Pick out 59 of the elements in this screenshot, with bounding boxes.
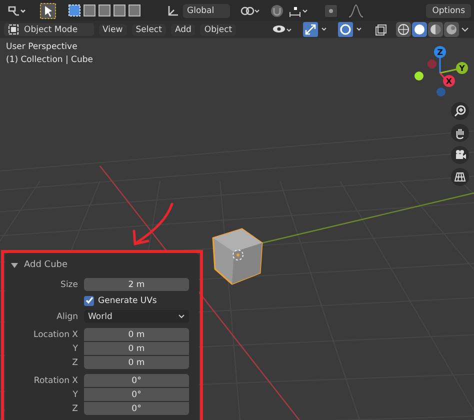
menu-item[interactable]: Select — [132, 24, 166, 36]
selection-mode-icon[interactable] — [128, 4, 141, 17]
number-field[interactable]: 0° — [84, 388, 189, 401]
gizmo-toggle-icon[interactable] — [303, 22, 329, 37]
checkbox-label: Generate UVs — [98, 296, 157, 306]
options-dropdown[interactable]: Options — [426, 4, 471, 18]
menu-item[interactable]: Object — [200, 24, 236, 36]
field-label: Size — [60, 280, 79, 290]
number-field[interactable]: 0 m — [84, 328, 189, 341]
checkmark-icon — [84, 296, 94, 305]
grid-icon[interactable] — [451, 168, 469, 186]
axis-label[interactable]: Z — [434, 46, 446, 58]
axis-label[interactable]: Y — [456, 62, 468, 74]
menu-item[interactable]: View — [98, 24, 127, 36]
object-mode-icon — [8, 24, 19, 35]
overlay-toggle-icon[interactable] — [338, 22, 364, 37]
number-field[interactable]: 0 m — [84, 356, 189, 369]
magnet-icon[interactable] — [270, 4, 284, 18]
selection-mode-icon[interactable] — [98, 4, 111, 17]
field-label: Y — [72, 390, 79, 400]
disclosure-icon — [11, 262, 18, 268]
orientation-dropdown[interactable]: Global — [183, 4, 230, 18]
cube-drawing — [212, 228, 263, 285]
xray-icon[interactable] — [375, 24, 387, 36]
number-field[interactable]: 2 m — [84, 278, 189, 291]
orientation-icon[interactable] — [167, 4, 179, 16]
zoom-icon[interactable] — [451, 102, 469, 120]
falloff-curve-icon[interactable] — [348, 4, 364, 18]
caret-icon — [178, 314, 185, 319]
field-label: Rotation X — [32, 376, 79, 386]
number-field[interactable]: 0° — [84, 402, 189, 415]
number-field[interactable]: 0 m — [84, 342, 189, 355]
transform-icon[interactable] — [6, 4, 26, 18]
collection-info: (1) Collection | Cube — [6, 55, 94, 65]
field-label: Align — [56, 312, 79, 322]
selection-mode-icon[interactable] — [83, 4, 96, 17]
field-label: Location X — [32, 330, 79, 340]
field-label: Y — [72, 344, 79, 354]
navigation-gizmo[interactable] — [414, 57, 458, 96]
camera-icon[interactable] — [451, 146, 469, 164]
shading-mode-icon[interactable] — [428, 22, 443, 37]
view-name: User Perspective — [6, 42, 78, 52]
panel-header[interactable]: Add Cube — [5, 253, 68, 270]
shading-mode-icon[interactable] — [412, 22, 427, 37]
align-dropdown[interactable]: World — [84, 310, 189, 323]
field-label: Z — [71, 358, 79, 368]
selection-mode-icon[interactable] — [68, 4, 81, 17]
select-tool-icon[interactable] — [40, 2, 56, 18]
number-field[interactable]: 0° — [84, 374, 189, 387]
hand-icon[interactable] — [451, 124, 469, 142]
shading-mode-icon[interactable] — [396, 22, 411, 37]
menu-item[interactable]: Add — [170, 24, 196, 36]
shading-mode-icon[interactable] — [444, 22, 459, 37]
proportional-edit-icon[interactable] — [324, 4, 338, 18]
selection-mode-icon[interactable] — [113, 4, 126, 17]
mode-dropdown[interactable]: Object Mode — [4, 23, 94, 36]
checkbox[interactable]: Generate UVs — [84, 296, 157, 306]
field-label: Z — [71, 404, 79, 414]
axis-label[interactable]: X — [443, 75, 455, 87]
